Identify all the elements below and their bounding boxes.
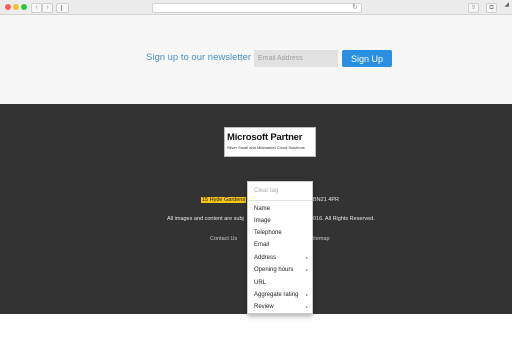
menu-item-label: Name (254, 206, 271, 212)
menu-item-label: Image (254, 218, 271, 224)
tag-context-menu: Clear tag Name Image Telephone Email Add… (247, 181, 313, 314)
menu-item-label: Opening hours (254, 267, 294, 273)
email-field[interactable] (254, 50, 338, 67)
sidebar-icon (58, 5, 62, 11)
maximize-window-icon[interactable] (21, 4, 27, 10)
menu-item-url[interactable]: URL (248, 277, 312, 289)
menu-item-label: Aggregate rating (254, 292, 299, 298)
submenu-arrow-icon: ▸ (305, 304, 308, 309)
back-button[interactable]: ‹ (31, 3, 42, 13)
sign-up-button[interactable]: Sign Up (342, 50, 392, 67)
browser-toolbar: ‹ › ↻ ⇧ ⧉ ◢ (0, 0, 512, 15)
address-bar[interactable]: ↻ (152, 3, 362, 13)
reload-icon[interactable]: ↻ (352, 3, 358, 11)
copyright-text-right: 016. All Rights Reserved. (313, 216, 375, 222)
close-window-icon[interactable] (5, 4, 11, 10)
menu-item-label: Review (254, 304, 274, 310)
menu-item-review[interactable]: Review ▸ (248, 301, 312, 313)
badge-title: Microsoft Partner (227, 132, 303, 143)
sidebar-toggle-button[interactable] (56, 3, 69, 13)
submenu-arrow-icon: ▸ (305, 267, 308, 272)
badge-subtitle: Silver Small and Midmarket Cloud Solutio… (227, 145, 305, 150)
menu-item-opening-hours[interactable]: Opening hours ▸ (248, 264, 312, 276)
menu-item-label: Clear tag (254, 188, 279, 194)
microsoft-partner-logo: Microsoft Partner Silver Small and Midma… (224, 127, 316, 157)
chevron-left-icon: ‹ (35, 4, 38, 11)
newsletter-label: Sign up to our newsletter (146, 52, 252, 63)
tab-overview-button[interactable]: ⧉ (486, 3, 497, 13)
tabs-icon: ⧉ (489, 5, 494, 11)
forward-button[interactable]: › (42, 3, 53, 13)
share-button[interactable]: ⇧ (468, 3, 479, 13)
chevron-right-icon: › (46, 4, 49, 11)
menu-item-aggregate-rating[interactable]: Aggregate rating ▸ (248, 289, 312, 301)
menu-item-label: URL (254, 280, 267, 286)
menu-item-telephone[interactable]: Telephone (248, 227, 312, 239)
address-postcode: BN21 4PR (313, 197, 339, 203)
contact-us-link[interactable]: Contact Us (210, 236, 237, 242)
menu-item-clear-tag[interactable]: Clear tag (248, 185, 312, 197)
address-highlight: 15 Hyde Gardens (201, 197, 247, 203)
menu-item-image[interactable]: Image (248, 215, 312, 227)
resize-icon: ◢ (504, 2, 509, 8)
newsletter-section: Sign up to our newsletter Sign Up (0, 15, 512, 104)
submenu-arrow-icon: ▸ (305, 292, 308, 297)
menu-item-address[interactable]: Address ▸ (248, 252, 312, 264)
copyright-text-left: All images and content are subj (167, 216, 244, 222)
submenu-arrow-icon: ▸ (305, 255, 308, 260)
share-icon: ⇧ (470, 5, 477, 11)
menu-item-name[interactable]: Name (248, 203, 312, 215)
sitemap-link[interactable]: itemap (313, 236, 330, 242)
menu-divider (248, 200, 312, 201)
menu-item-email[interactable]: Email (248, 239, 312, 251)
menu-item-label: Email (254, 242, 270, 248)
menu-item-label: Address (254, 255, 277, 261)
menu-item-label: Telephone (254, 230, 282, 236)
minimize-window-icon[interactable] (13, 4, 19, 10)
